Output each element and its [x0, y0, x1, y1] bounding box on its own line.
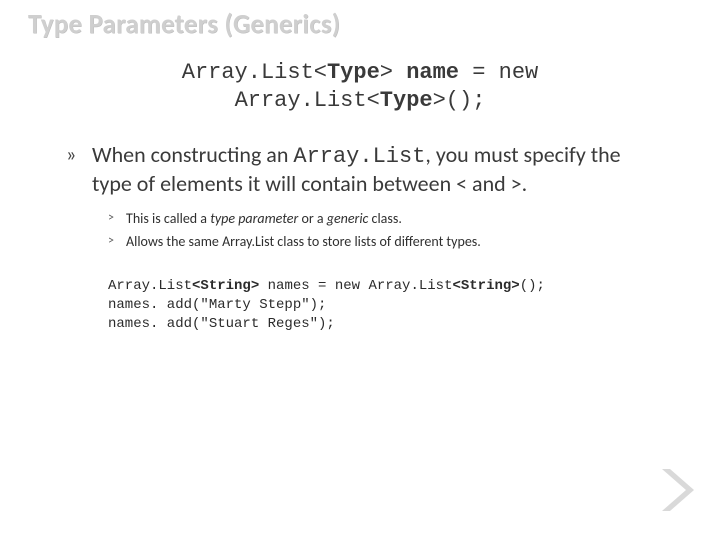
- text: or a: [298, 210, 326, 227]
- text: Array.List<: [182, 60, 327, 85]
- text: names = new Array.List: [259, 278, 452, 294]
- type-arg: <String>: [452, 278, 519, 294]
- syntax-line-2: Array.List<Type>();: [28, 87, 692, 115]
- text: >: [380, 60, 406, 85]
- sub-bullet-marker: ˃: [108, 233, 114, 249]
- text: class to store lists of different types.: [274, 233, 481, 250]
- text: Allows the same: [126, 233, 222, 250]
- inline-code: Array.List: [293, 144, 425, 169]
- text: ();: [520, 278, 545, 294]
- em-text: generic: [327, 210, 369, 227]
- bullet-level2: ˃ This is called a type parameter or a g…: [108, 210, 692, 229]
- chevron-right-icon: [656, 467, 696, 518]
- syntax-line-1: Array.List<Type> name = new: [28, 59, 692, 87]
- text: = new: [459, 60, 538, 85]
- var-name: name: [406, 60, 459, 85]
- text: , you must specify the: [425, 141, 620, 168]
- text: class.: [368, 210, 402, 227]
- slide: Type Parameters (Generics) Array.List<Ty…: [0, 0, 720, 540]
- code-line: names. add("Stuart Reges");: [108, 316, 335, 332]
- bullet-level1: » When constructing an Array.List, you m…: [66, 142, 692, 198]
- text: Array.List: [222, 233, 274, 250]
- type-param: Type: [327, 60, 380, 85]
- syntax-declaration: Array.List<Type> name = new Array.List<T…: [28, 59, 692, 114]
- type-arg: <String>: [192, 278, 259, 294]
- text: Array.List: [108, 278, 192, 294]
- bullet-marker: »: [66, 143, 76, 167]
- text: When constructing an: [92, 141, 293, 168]
- type-param: Type: [380, 88, 433, 113]
- code-example: Array.List<String> names = new Array.Lis…: [108, 277, 692, 334]
- text: type of elements it will contain between…: [92, 170, 527, 197]
- text: >();: [433, 88, 486, 113]
- em-text: type parameter: [210, 210, 298, 227]
- text: This is called a: [126, 210, 210, 227]
- text: Array.List<: [235, 88, 380, 113]
- bullet-level2: ˃ Allows the same Array.List class to st…: [108, 233, 692, 252]
- code-line: names. add("Marty Stepp");: [108, 297, 326, 313]
- slide-title: Type Parameters (Generics): [28, 8, 692, 41]
- sub-bullet-marker: ˃: [108, 210, 114, 226]
